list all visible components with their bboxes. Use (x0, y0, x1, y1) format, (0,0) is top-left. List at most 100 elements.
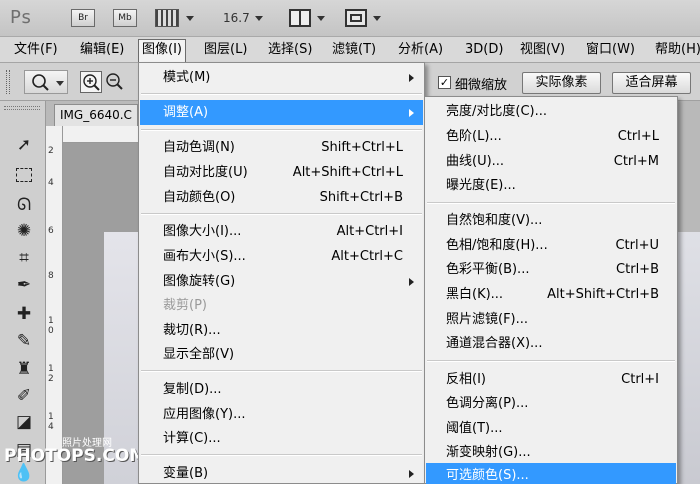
submenu-arrow-icon (409, 278, 414, 286)
menu-item-exposure[interactable]: 曝光度(E)... (426, 173, 676, 198)
menu-item-duplicate[interactable]: 复制(D)... (140, 377, 423, 402)
horizontal-ruler (63, 126, 143, 143)
move-tool-icon[interactable]: ➚ (11, 133, 37, 157)
history-brush-tool-icon[interactable]: ✐ (11, 384, 37, 408)
menu-item-vibrance[interactable]: 自然饱和度(V)... (426, 208, 676, 233)
photoshop-logo: Ps (10, 7, 32, 28)
menu-item-label: 裁切(R)... (163, 323, 221, 338)
menu-item-threshold[interactable]: 阈值(T)... (426, 416, 676, 441)
zoom-in-icon[interactable] (80, 71, 102, 93)
menu-item-selective-color[interactable]: 可选颜色(S)... (426, 463, 676, 484)
menu-item-trim[interactable]: 裁切(R)... (140, 318, 423, 343)
menu-item-levels[interactable]: 色阶(L)... Ctrl+L (426, 124, 676, 149)
menu-image[interactable]: 图像(I) (138, 39, 186, 63)
bridge-button[interactable]: Br (71, 9, 95, 27)
menu-item-auto-color[interactable]: 自动颜色(O) Shift+Ctrl+B (140, 185, 423, 210)
menu-analysis[interactable]: 分析(A) (398, 41, 443, 61)
screen-mode-dropdown-icon[interactable] (373, 16, 381, 21)
ruler-tick: 0 (48, 326, 54, 336)
view-extras-icon[interactable] (155, 9, 179, 27)
lasso-tool-icon[interactable]: ᘏ (11, 193, 37, 217)
menu-item-label: 模式(M) (163, 70, 211, 85)
menu-edit[interactable]: 编辑(E) (80, 41, 124, 61)
menu-layer[interactable]: 图层(L) (204, 41, 247, 61)
menu-bar: 文件(F) 编辑(E) 图像(I) 图层(L) 选择(S) 滤镜(T) 分析(A… (0, 37, 700, 63)
menu-item-gradient-map[interactable]: 渐变映射(G)... (426, 440, 676, 465)
menu-window[interactable]: 窗口(W) (586, 41, 635, 61)
zoom-dropdown-icon[interactable] (255, 16, 263, 21)
vertical-ruler: 2 4 6 8 1 0 1 2 1 4 (46, 126, 63, 484)
ruler-tick: 6 (48, 226, 54, 236)
menu-item-label: 变量(B) (163, 466, 209, 481)
menu-item-invert[interactable]: 反相(I) Ctrl+I (426, 367, 676, 392)
menu-view[interactable]: 视图(V) (520, 41, 565, 61)
menu-item-brightness-contrast[interactable]: 亮度/对比度(C)... (426, 99, 676, 124)
menu-filter[interactable]: 滤镜(T) (332, 41, 376, 61)
menu-item-auto-contrast[interactable]: 自动对比度(U) Alt+Shift+Ctrl+L (140, 160, 423, 185)
menu-item-label: 照片滤镜(F)... (446, 312, 529, 327)
menu-item-reveal-all[interactable]: 显示全部(V) (140, 342, 423, 367)
zoom-out-icon[interactable] (104, 71, 126, 93)
toolbox-grip[interactable] (4, 106, 40, 110)
menu-item-shortcut: Shift+Ctrl+L (321, 140, 403, 155)
brush-tool-icon[interactable]: ✎ (11, 329, 37, 353)
view-extras-dropdown-icon[interactable] (186, 16, 194, 21)
menu-item-curves[interactable]: 曲线(U)... Ctrl+M (426, 149, 676, 174)
actual-pixels-button[interactable]: 实际像素 (522, 72, 601, 94)
zoom-level[interactable]: 16.7 (223, 11, 250, 25)
menu-item-label: 可选颜色(S)... (446, 468, 529, 483)
menu-item-channel-mixer[interactable]: 通道混合器(X)... (426, 331, 676, 356)
submenu-arrow-icon (409, 470, 414, 478)
image-menu: 模式(M) 调整(A) 自动色调(N) Shift+Ctrl+L 自动对比度(U… (138, 62, 425, 484)
menu-item-shortcut: Alt+Shift+Ctrl+L (292, 165, 403, 180)
document-tab[interactable]: IMG_6640.C (54, 104, 138, 126)
menu-item-apply-image[interactable]: 应用图像(Y)... (140, 402, 423, 427)
screen-mode-icon[interactable] (345, 9, 367, 27)
menu-item-label: 复制(D)... (163, 382, 222, 397)
crop-tool-icon[interactable]: ⌗ (11, 246, 37, 270)
menu-item-label: 色阶(L)... (446, 129, 502, 144)
clone-stamp-tool-icon[interactable]: ♜ (11, 357, 37, 381)
healing-brush-tool-icon[interactable]: ✚ (11, 302, 37, 326)
menu-item-posterize[interactable]: 色调分离(P)... (426, 391, 676, 416)
menu-item-hue-saturation[interactable]: 色相/饱和度(H)... Ctrl+U (426, 233, 676, 258)
eraser-tool-icon[interactable]: ◪ (11, 410, 37, 434)
eyedropper-tool-icon[interactable]: ✒ (11, 273, 37, 297)
menu-item-color-balance[interactable]: 色彩平衡(B)... Ctrl+B (426, 257, 676, 282)
menu-help[interactable]: 帮助(H) (655, 41, 700, 61)
marquee-tool-icon[interactable] (11, 163, 37, 187)
options-grip[interactable] (6, 70, 10, 94)
adjustments-submenu: 亮度/对比度(C)... 色阶(L)... Ctrl+L 曲线(U)... Ct… (424, 96, 678, 484)
arrange-dropdown-icon[interactable] (317, 16, 325, 21)
menu-item-variables[interactable]: 变量(B) (140, 461, 423, 484)
menu-item-crop: 裁剪(P) (140, 293, 423, 318)
menu-item-shortcut: Ctrl+M (613, 154, 659, 169)
menu-item-image-size[interactable]: 图像大小(I)... Alt+Ctrl+I (140, 219, 423, 244)
menu-item-photo-filter[interactable]: 照片滤镜(F)... (426, 307, 676, 332)
menu-item-calculations[interactable]: 计算(C)... (140, 426, 423, 451)
ruler-tick: 2 (48, 146, 54, 156)
menu-item-shortcut: Ctrl+B (616, 262, 659, 277)
menu-item-label: 阈值(T)... (446, 421, 503, 436)
menu-select[interactable]: 选择(S) (268, 41, 312, 61)
menu-item-canvas-size[interactable]: 画布大小(S)... Alt+Ctrl+C (140, 244, 423, 269)
menu-3d[interactable]: 3D(D) (465, 41, 503, 61)
menu-item-mode[interactable]: 模式(M) (140, 65, 423, 90)
menu-item-label: 自然饱和度(V)... (446, 213, 543, 228)
menu-item-shortcut: Ctrl+I (621, 372, 659, 387)
mini-bridge-button[interactable]: Mb (113, 9, 137, 27)
quick-selection-tool-icon[interactable]: ✺ (11, 219, 37, 243)
fit-screen-button[interactable]: 适合屏幕 (612, 72, 691, 94)
scrubby-zoom-checkbox[interactable]: ✓ (438, 76, 451, 89)
menu-file[interactable]: 文件(F) (14, 41, 58, 61)
menu-item-adjustments[interactable]: 调整(A) (140, 100, 423, 125)
menu-item-label: 反相(I) (446, 372, 486, 387)
menu-item-image-rotation[interactable]: 图像旋转(G) (140, 269, 423, 294)
menu-item-label: 渐变映射(G)... (446, 445, 531, 460)
menu-item-black-white[interactable]: 黑白(K)... Alt+Shift+Ctrl+B (426, 282, 676, 307)
menu-item-shortcut: Ctrl+U (615, 238, 659, 253)
zoom-tool-preset-icon[interactable] (24, 70, 68, 94)
menu-item-label: 调整(A) (163, 105, 209, 120)
menu-item-auto-tone[interactable]: 自动色调(N) Shift+Ctrl+L (140, 135, 423, 160)
arrange-documents-icon[interactable] (289, 9, 311, 27)
